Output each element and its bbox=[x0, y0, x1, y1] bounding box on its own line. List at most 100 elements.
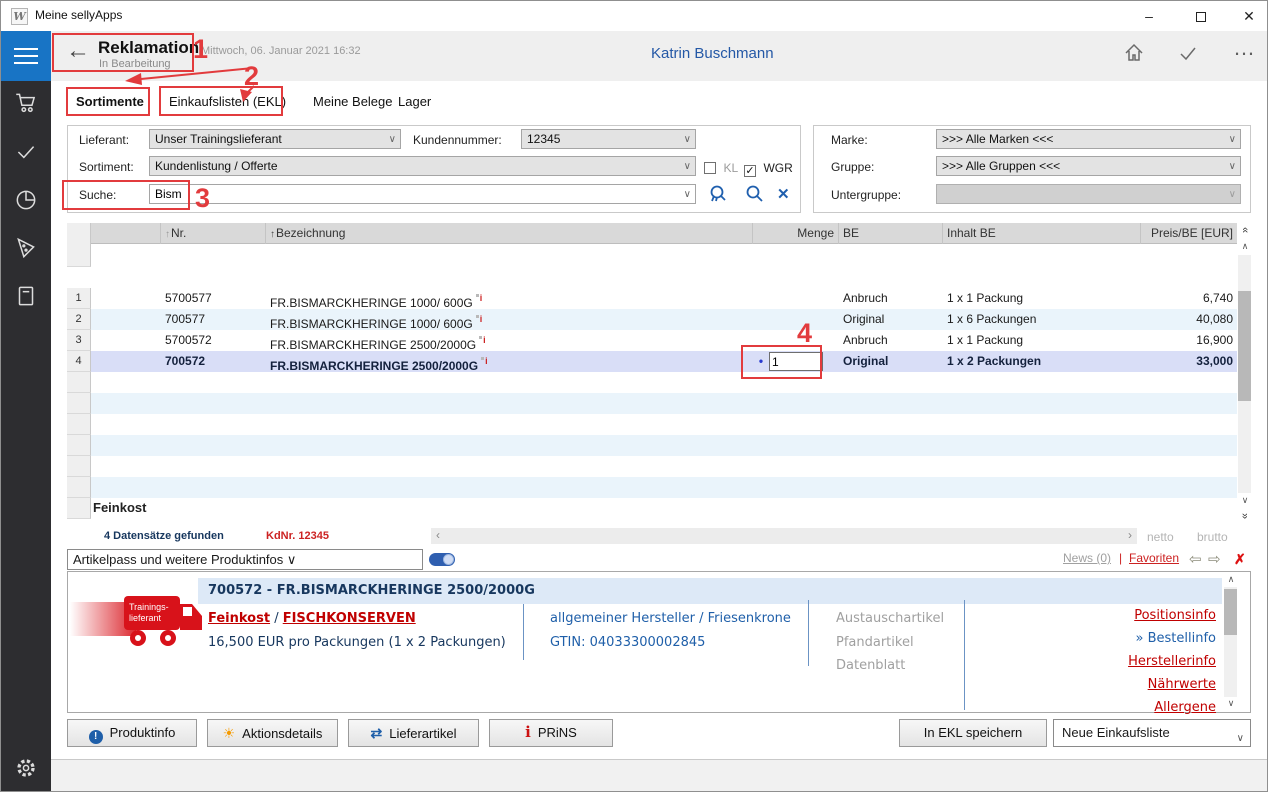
category-link[interactable]: Feinkost bbox=[208, 611, 270, 626]
table-row[interactable]: 2 700577 FR.BISMARCKHERINGE 1000/ 600Gi … bbox=[67, 309, 1237, 330]
gruppe-label: Gruppe: bbox=[831, 157, 874, 177]
column-header-menge[interactable]: Menge bbox=[753, 223, 839, 244]
current-user[interactable]: Katrin Buschmann bbox=[651, 45, 774, 62]
untergruppe-select: ∨ bbox=[936, 184, 1241, 204]
scroll-thumb[interactable] bbox=[1238, 291, 1251, 401]
close-panel-button[interactable]: ✗ bbox=[1234, 551, 1246, 568]
scroll-to-bottom-button[interactable]: « bbox=[1238, 509, 1252, 523]
nav-next-button[interactable]: ⇨ bbox=[1208, 550, 1221, 568]
nav-prev-button[interactable]: ⇦ bbox=[1189, 550, 1202, 568]
netto-toggle[interactable]: netto bbox=[1147, 530, 1174, 544]
cart-icon bbox=[13, 89, 39, 115]
maximize-button[interactable] bbox=[1181, 1, 1221, 31]
tab-lager[interactable]: Lager bbox=[398, 91, 431, 113]
brutto-toggle[interactable]: brutto bbox=[1197, 530, 1228, 544]
favoriten-link[interactable]: Favoriten bbox=[1129, 551, 1179, 565]
news-link[interactable]: News (0) bbox=[1063, 551, 1111, 565]
quantity-input[interactable] bbox=[769, 352, 823, 371]
subcategory-link[interactable]: FISCHKONSERVEN bbox=[283, 611, 416, 626]
sidebar-item-statistics[interactable] bbox=[1, 187, 51, 223]
sidebar-item-settings[interactable] bbox=[1, 755, 51, 791]
home-button[interactable] bbox=[1117, 41, 1151, 67]
herstellerinfo-link[interactable]: Herstellerinfo bbox=[1128, 654, 1216, 669]
confirm-button[interactable] bbox=[1171, 41, 1205, 67]
hamburger-menu-button[interactable] bbox=[1, 31, 51, 81]
lieferartikel-button[interactable]: ⇄Lieferartikel bbox=[348, 719, 479, 747]
suche-combobox[interactable]: ∨ bbox=[149, 184, 696, 204]
divider bbox=[523, 604, 524, 660]
in-ekl-speichern-button[interactable]: In EKL speichern bbox=[899, 719, 1047, 747]
close-button[interactable]: ✕ bbox=[1229, 1, 1268, 31]
table-row-empty bbox=[67, 435, 1237, 456]
allergene-link[interactable]: Allergene bbox=[1154, 700, 1216, 715]
back-button[interactable]: ← bbox=[63, 37, 93, 65]
sidebar-item-cart[interactable] bbox=[1, 89, 51, 125]
search-advanced-button[interactable] bbox=[707, 183, 729, 210]
scroll-down-button[interactable]: ∨ bbox=[1224, 697, 1238, 711]
app-window: W Meine sellyApps – ✕ ← Re bbox=[0, 0, 1268, 792]
search-button[interactable] bbox=[743, 183, 765, 210]
scroll-to-top-button[interactable]: « bbox=[1238, 223, 1252, 237]
header-datetime: Mittwoch, 06. Januar 2021 16:32 bbox=[201, 45, 361, 57]
neue-einkaufsliste-select[interactable]: Neue Einkaufsliste ∨ bbox=[1053, 719, 1251, 747]
scroll-track[interactable] bbox=[1238, 255, 1251, 507]
tab-sortimente[interactable]: Sortimente bbox=[76, 91, 144, 113]
scroll-left-button[interactable]: ‹ bbox=[431, 528, 445, 544]
column-header-be[interactable]: BE bbox=[839, 223, 943, 244]
marke-select[interactable]: >>> Alle Marken <<< ∨ bbox=[936, 129, 1241, 149]
scroll-thumb[interactable] bbox=[1224, 589, 1237, 635]
more-options-button[interactable]: … bbox=[1227, 35, 1261, 61]
info-icon[interactable]: i bbox=[476, 293, 483, 303]
chevron-down-icon: ∨ bbox=[389, 131, 396, 149]
table-vertical-scrollbar[interactable]: « ∧ ∨ « bbox=[1238, 223, 1252, 523]
tab-einkaufslisten[interactable]: Einkaufslisten (EKL) bbox=[169, 91, 286, 113]
article-detail-panel: Trainings- lieferant 700572 - FR.BISMARC… bbox=[67, 571, 1251, 713]
productinfo-select[interactable]: Artikelpass und weitere Produktinfos ∨ bbox=[67, 549, 423, 570]
table-row-selected[interactable]: 4 700572 FR.BISMARCKHERINGE 2500/2000Gi … bbox=[67, 351, 1237, 372]
search-input[interactable] bbox=[151, 186, 671, 202]
info-icon[interactable]: i bbox=[481, 356, 488, 366]
chevron-down-icon: ∨ bbox=[287, 552, 297, 567]
detail-scrollbar[interactable]: ∧ ∨ bbox=[1224, 573, 1238, 711]
marke-label: Marke: bbox=[831, 130, 868, 150]
table-row[interactable]: 1 5700577 FR.BISMARCKHERINGE 1000/ 600Gi… bbox=[67, 288, 1237, 309]
sidebar-item-tasks[interactable] bbox=[1, 139, 51, 175]
info-icon[interactable]: i bbox=[476, 314, 483, 324]
positionsinfo-link[interactable]: Positionsinfo bbox=[1134, 608, 1216, 623]
sidebar-item-promotions[interactable] bbox=[1, 235, 51, 271]
aktionsdetails-button[interactable]: ☀Aktionsdetails bbox=[207, 719, 338, 747]
table-row-empty bbox=[67, 477, 1237, 498]
page-title: Reklamation bbox=[98, 38, 199, 58]
sidebar-item-catalog[interactable] bbox=[1, 283, 51, 319]
kundennummer-select[interactable]: 12345 ∨ bbox=[521, 129, 696, 149]
detail-article-title: 700572 - FR.BISMARCKHERINGE 2500/2000G bbox=[208, 583, 535, 598]
checkbox-unchecked-icon bbox=[704, 162, 716, 174]
sidebar bbox=[1, 31, 51, 792]
clear-search-button[interactable]: ✕ bbox=[777, 185, 790, 203]
prins-button[interactable]: iPRiNS bbox=[489, 719, 613, 747]
wgr-checkbox[interactable]: ✓ WGR bbox=[744, 159, 793, 177]
tab-meine-belege[interactable]: Meine Belege bbox=[313, 91, 393, 113]
productinfo-toggle[interactable] bbox=[429, 553, 455, 566]
scroll-up-button[interactable]: ∧ bbox=[1224, 573, 1238, 587]
bestellinfo-link[interactable]: » Bestellinfo bbox=[1136, 631, 1216, 646]
scroll-down-button[interactable]: ∨ bbox=[1238, 493, 1252, 507]
scroll-right-button[interactable]: › bbox=[1123, 528, 1137, 544]
naehrwerte-link[interactable]: Nährwerte bbox=[1148, 677, 1216, 692]
marke-value: >>> Alle Marken <<< bbox=[942, 132, 1053, 146]
table-horizontal-scrollbar[interactable]: ‹ › bbox=[431, 528, 1137, 544]
table-row[interactable]: 3 5700572 FR.BISMARCKHERINGE 2500/2000Gi… bbox=[67, 330, 1237, 351]
lieferant-select[interactable]: Unser Trainingslieferant ∨ bbox=[149, 129, 401, 149]
sortiment-select[interactable]: Kundenlistung / Offerte ∨ bbox=[149, 156, 696, 176]
gruppe-select[interactable]: >>> Alle Gruppen <<< ∨ bbox=[936, 156, 1241, 176]
scroll-up-button[interactable]: ∧ bbox=[1238, 239, 1252, 253]
swap-arrows-icon: ⇄ bbox=[371, 725, 383, 741]
column-header-nr[interactable]: ↑Nr. bbox=[161, 223, 266, 244]
produktinfo-button[interactable]: !Produktinfo bbox=[67, 719, 197, 747]
kl-checkbox[interactable]: KL bbox=[704, 159, 738, 177]
column-header-inhalt-be[interactable]: Inhalt BE bbox=[943, 223, 1141, 244]
column-header-bezeichnung[interactable]: ↑Bezeichnung bbox=[266, 223, 753, 244]
info-icon[interactable]: i bbox=[479, 335, 486, 345]
column-header-preis[interactable]: Preis/BE [EUR] bbox=[1141, 223, 1237, 244]
minimize-button[interactable]: – bbox=[1129, 1, 1169, 31]
